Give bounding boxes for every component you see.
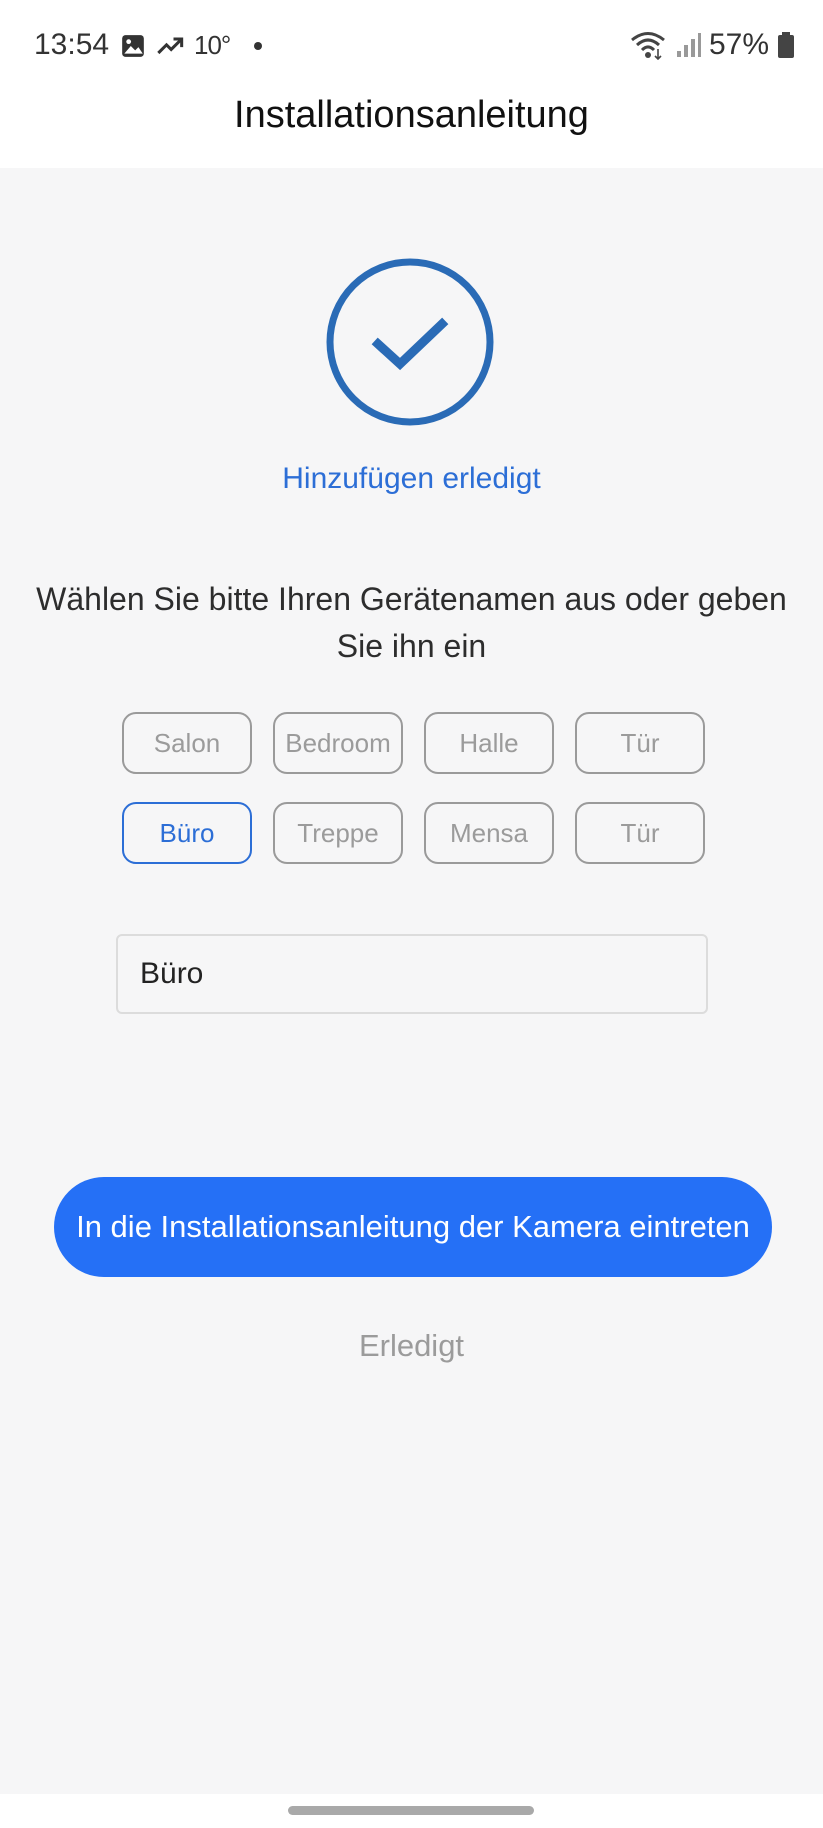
name-chip-treppe[interactable]: Treppe (273, 802, 403, 864)
app-header: Installationsanleitung (0, 92, 823, 168)
status-icons-left: 10° (120, 30, 263, 61)
status-icons-right: 57% (629, 28, 795, 62)
name-chip-salon[interactable]: Salon (122, 712, 252, 774)
signal-icon (676, 33, 701, 57)
status-bar: 13:54 10° 57% (0, 0, 823, 92)
status-time: 13:54 (34, 28, 110, 61)
done-button[interactable]: Erledigt (0, 1328, 823, 1364)
device-name-input[interactable] (116, 934, 708, 1014)
status-temperature: 10° (194, 30, 231, 60)
enter-camera-guide-button[interactable]: In die Installationsanleitung der Kamera… (54, 1177, 772, 1277)
battery-percent: 57% (708, 28, 769, 61)
notification-dot (254, 41, 263, 50)
device-name-prompt: Wählen Sie bitte Ihren Gerätenamen aus o… (36, 581, 787, 664)
trending-icon (157, 36, 184, 54)
name-chip-tuer[interactable]: Tür (575, 712, 705, 774)
success-message: Hinzufügen erledigt (282, 462, 541, 495)
wifi-icon (631, 32, 665, 60)
name-chip-buero[interactable]: Büro (122, 802, 252, 864)
page-title: Installationsanleitung (234, 94, 589, 136)
check-circle-icon (326, 258, 494, 426)
navigation-bar (0, 1794, 823, 1828)
gallery-icon (122, 34, 144, 57)
device-name-chip-grid: Salon Bedroom Halle Tür Büro Treppe Mens… (122, 712, 707, 864)
name-chip-tuer-2[interactable]: Tür (575, 802, 705, 864)
home-indicator[interactable] (288, 1806, 534, 1815)
name-chip-halle[interactable]: Halle (424, 712, 554, 774)
battery-icon (778, 32, 794, 58)
name-chip-bedroom[interactable]: Bedroom (273, 712, 403, 774)
name-chip-mensa[interactable]: Mensa (424, 802, 554, 864)
